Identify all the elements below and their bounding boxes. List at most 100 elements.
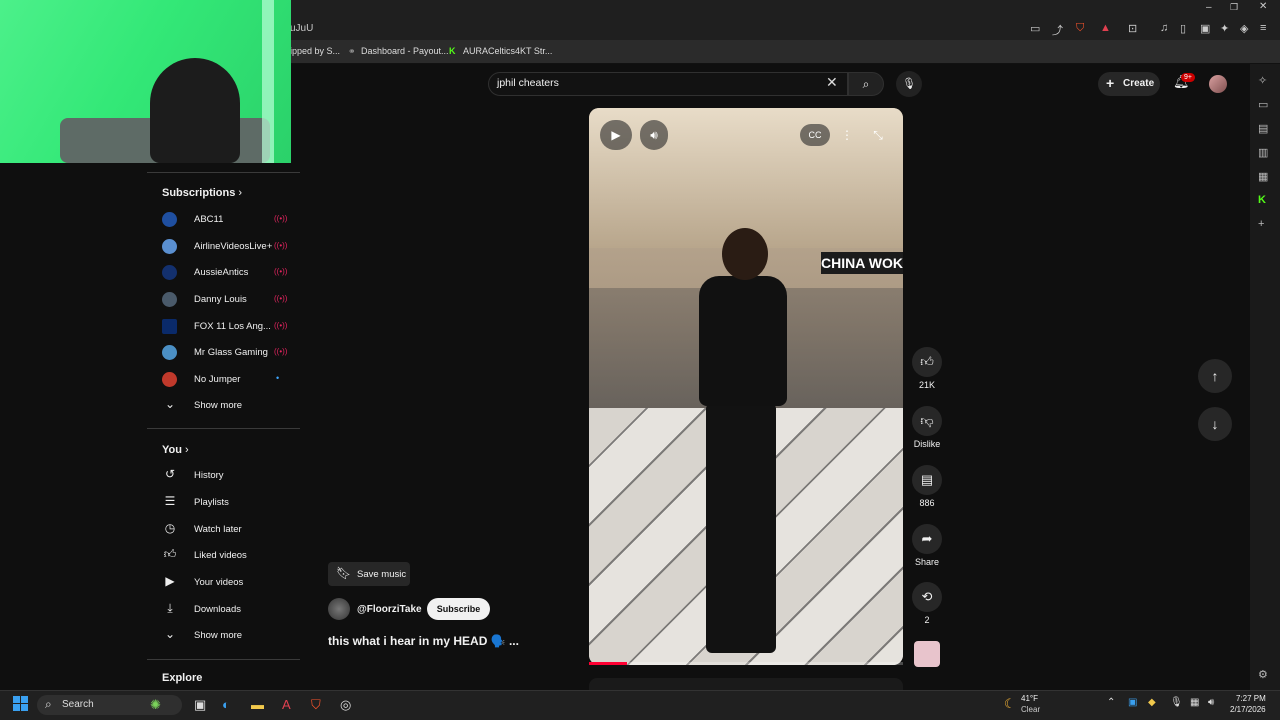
windows-start-icon[interactable] [13, 696, 29, 712]
account-avatar[interactable] [1209, 75, 1227, 93]
tray-expand-icon[interactable]: ⌃ [1107, 697, 1115, 708]
history-panel-icon[interactable]: ▦ [1258, 170, 1268, 183]
brave-shields-icon[interactable]: ⛉ [1076, 22, 1084, 35]
show-more-you[interactable]: ⌄ Show more [162, 626, 292, 646]
subscription-item[interactable]: Danny Louis ((•)) [162, 290, 292, 310]
address-bar-text[interactable]: uJuU [290, 23, 313, 34]
edge-icon[interactable]: ◐ [222, 697, 230, 712]
music-icon[interactable]: ♫ [1160, 22, 1168, 34]
screen-icon[interactable]: ▭ [1030, 22, 1040, 35]
close-window-icon[interactable]: ✕ [1259, 1, 1267, 12]
more-options-button[interactable]: ⋮ [836, 124, 858, 146]
menu-icon[interactable]: ≡ [1260, 22, 1266, 34]
create-button[interactable]: + Create [1098, 72, 1160, 96]
search-input[interactable]: jphil cheaters [497, 77, 559, 89]
nav-your-videos[interactable]: ▶ Your videos [162, 573, 292, 593]
voice-search-button[interactable]: 🎙︎ [896, 71, 922, 97]
save-music-button[interactable]: 🔖︎ Save music [328, 562, 410, 586]
add-panel-icon[interactable]: + [1258, 218, 1264, 230]
reading-list-icon[interactable]: ▥ [1258, 146, 1268, 159]
minimize-icon[interactable]: – [1206, 2, 1212, 13]
sidebar-icon[interactable]: ▯ [1180, 22, 1186, 35]
arrow-down-icon: ↓ [1211, 416, 1219, 432]
play-button[interactable]: ▶ [600, 120, 632, 150]
file-explorer-icon[interactable]: ▬ [251, 697, 264, 712]
subscription-item[interactable]: AirlineVideosLive+ ((•)) [162, 237, 292, 257]
clock-time[interactable]: 7:27 PM [1236, 694, 1266, 703]
channel-name: ABC11 [194, 214, 224, 225]
leo-icon[interactable]: ✧ [1258, 74, 1267, 87]
chevron-down-icon: ⌄ [164, 397, 176, 411]
subscription-item[interactable]: Mr Glass Gaming ((•)) [162, 343, 292, 363]
bookmark-item[interactable]: Dashboard - Payout... [361, 46, 449, 56]
task-view-icon[interactable]: ▣ [194, 697, 206, 713]
tray-app-icon[interactable]: ▣ [1128, 697, 1137, 708]
tray-app-icon[interactable]: ◆ [1148, 697, 1156, 708]
captions-button[interactable]: CC [800, 124, 830, 146]
tab-search-icon[interactable]: ⊡ [1128, 22, 1137, 35]
subscription-item[interactable]: No Jumper • [162, 370, 292, 390]
you-title[interactable]: You › [162, 444, 189, 456]
bookmarks-panel-icon[interactable]: ▤ [1258, 122, 1268, 135]
channel-avatar [162, 319, 177, 334]
download-icon: ⤓ [167, 601, 173, 615]
share-button[interactable]: ➦ Share [910, 524, 944, 567]
taskbar-search-label[interactable]: Search [62, 699, 94, 710]
new-content-dot-icon: • [276, 373, 280, 383]
app-icon[interactable]: A [282, 697, 291, 712]
like-button[interactable]: 👍︎ 21K [910, 347, 944, 390]
microphone-tray-icon[interactable]: 🎙︎ [1170, 697, 1183, 708]
divider [147, 172, 300, 173]
nav-playlists[interactable]: ☰ Playlists [162, 493, 292, 513]
remix-button[interactable]: ⟲ 2 [910, 582, 944, 625]
vpn-icon[interactable]: ◈ [1240, 22, 1248, 35]
sound-thumbnail[interactable] [914, 641, 940, 667]
bookmark-item[interactable]: ipped by S... [290, 46, 340, 56]
settings-icon[interactable]: ⚙ [1258, 668, 1268, 681]
shorts-video[interactable]: CHINA WOK [589, 108, 903, 665]
fullscreen-button[interactable]: ⤡ [866, 124, 890, 146]
clear-search-icon[interactable]: ✕ [826, 74, 838, 91]
kick-panel-icon[interactable]: K [1258, 194, 1266, 206]
next-video-button[interactable]: ↓ [1198, 407, 1232, 441]
restore-icon[interactable]: ❐ [1230, 2, 1238, 13]
webcam-overlay [0, 0, 291, 163]
speaker-icon[interactable]: 🔊︎ [1208, 697, 1214, 708]
nav-downloads[interactable]: ⤓ Downloads [162, 600, 292, 620]
obs-icon[interactable]: ◎ [340, 697, 351, 713]
dislike-button[interactable]: 👎︎ Dislike [910, 406, 944, 449]
microphone-icon: 🎙︎ [902, 78, 916, 90]
nav-history[interactable]: ↺ History [162, 466, 292, 486]
tv-icon[interactable]: ▭ [1258, 98, 1268, 111]
share-page-icon[interactable]: ⤴ [1052, 22, 1063, 38]
show-more-subscriptions[interactable]: ⌄ Show more [162, 396, 292, 416]
subscription-item[interactable]: ABC11 ((•)) [162, 210, 292, 230]
search-button[interactable]: ⌕ [848, 72, 884, 96]
network-icon[interactable]: ▦ [1190, 697, 1199, 708]
previous-video-button[interactable]: ↑ [1198, 359, 1232, 393]
weather-temperature[interactable]: 41°F [1021, 694, 1038, 703]
channel-name[interactable]: @FloorziTake [357, 604, 422, 615]
video-progress-bar[interactable] [589, 662, 903, 665]
subscription-item[interactable]: FOX 11 Los Ang... ((•)) [162, 317, 292, 337]
channel-avatar [162, 292, 177, 307]
brave-rewards-icon[interactable]: ▲ [1100, 22, 1111, 34]
nav-watch-later[interactable]: ◷ Watch later [162, 520, 292, 540]
subscribe-button[interactable]: Subscribe [427, 598, 490, 620]
brave-icon[interactable]: ⛉ [311, 697, 321, 713]
comments-button[interactable]: ▤ 886 [910, 465, 944, 508]
wallet-icon[interactable]: ▣ [1200, 22, 1210, 35]
leo-ai-icon[interactable]: ✦ [1220, 22, 1229, 35]
volume-icon: 🔊︎ [650, 128, 658, 142]
subscriptions-title[interactable]: Subscriptions › [162, 187, 242, 199]
explore-title[interactable]: Explore [162, 672, 202, 684]
weather-description[interactable]: Clear [1021, 705, 1040, 714]
volume-button[interactable]: 🔊︎ [640, 120, 668, 150]
nav-liked-videos[interactable]: 👍︎ Liked videos [162, 546, 292, 566]
channel-avatar[interactable] [328, 598, 350, 620]
video-caption[interactable]: this what i hear in my HEAD 🗣️ ... [328, 634, 519, 648]
clock-date[interactable]: 2/17/2026 [1230, 705, 1266, 714]
bookmark-item[interactable]: AURACeltics4KT Str... [463, 46, 552, 56]
subscription-item[interactable]: AussieAntics ((•)) [162, 263, 292, 283]
next-video-preview[interactable] [589, 678, 903, 690]
